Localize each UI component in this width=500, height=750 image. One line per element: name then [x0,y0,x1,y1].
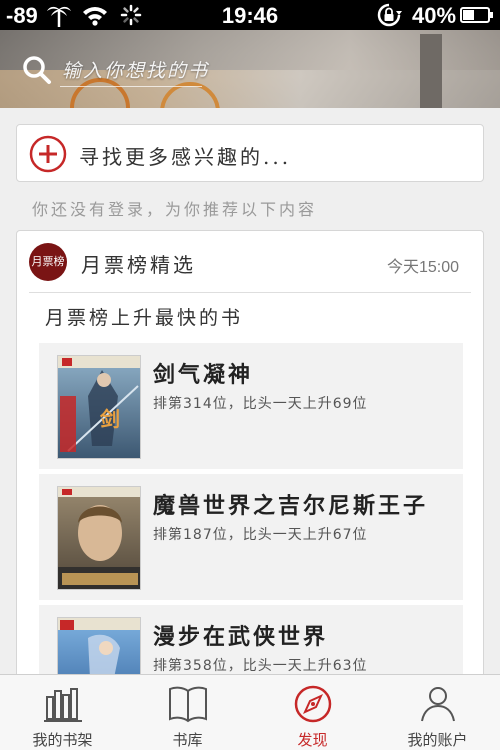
book-rank-info: 排第358位，比头一天上升63位 [153,658,368,674]
feed-card: 月票榜 月票榜精选 今天15:00 月票榜上升最快的书 剑 剑气凝神 排第314… [16,230,484,750]
bookshelf-icon [44,688,82,722]
book-cover: 剑 [57,355,141,459]
tab-account[interactable]: 我的账户 [375,675,500,750]
user-icon [421,687,455,722]
book-cover-image: 剑 [58,356,140,458]
search-input[interactable]: 输入你想找的书 [62,56,209,83]
list-item[interactable]: 魔兽世界之吉尔尼斯王子 排第187位，比头一天上升67位 [39,474,463,600]
add-circle-icon [29,135,67,173]
feed-card-time: 今天15:00 [386,259,459,276]
list-item[interactable]: 剑 剑气凝神 排第314位，比头一天上升69位 [39,343,463,469]
book-cover-image [58,487,140,589]
search-underline [60,86,202,87]
svg-text:剑: 剑 [99,407,120,431]
search-icon[interactable] [22,55,52,85]
book-rank-info: 排第187位，比头一天上升67位 [153,527,368,543]
battery-icon [460,7,493,23]
battery-percent: 40% [412,3,457,28]
book-title: 剑气凝神 [153,362,254,388]
status-bar: -89 19:46 40% [0,0,500,30]
book-title: 魔兽世界之吉尔尼斯王子 [153,493,429,519]
tab-label: 书库 [172,731,203,749]
tab-label: 发现 [297,731,328,749]
section-title: 月票榜上升最快的书 [45,307,244,329]
compass-icon [294,685,332,723]
tab-bookshelf[interactable]: 我的书架 [0,675,125,750]
rotation-lock-icon [377,3,402,27]
avatar[interactable]: 月票榜 [29,243,67,281]
book-title: 漫步在武侠世界 [153,624,329,650]
tab-library[interactable]: 书库 [125,675,250,750]
divider [29,292,471,293]
find-more-button[interactable]: 寻找更多感兴趣的... [16,124,484,182]
tab-label: 我的账户 [407,731,468,749]
tab-discover[interactable]: 发现 [250,675,375,750]
find-more-label: 寻找更多感兴趣的... [79,145,292,169]
book-cover [57,486,141,590]
login-notice: 你还没有登录，为你推荐以下内容 [32,200,318,219]
book-icon [169,686,207,723]
feed-card-title[interactable]: 月票榜精选 [81,249,196,278]
book-rank-info: 排第314位，比头一天上升69位 [153,396,368,412]
tab-label: 我的书架 [32,731,93,749]
tab-bar: 我的书架 书库 发现 我的账户 [0,674,500,750]
